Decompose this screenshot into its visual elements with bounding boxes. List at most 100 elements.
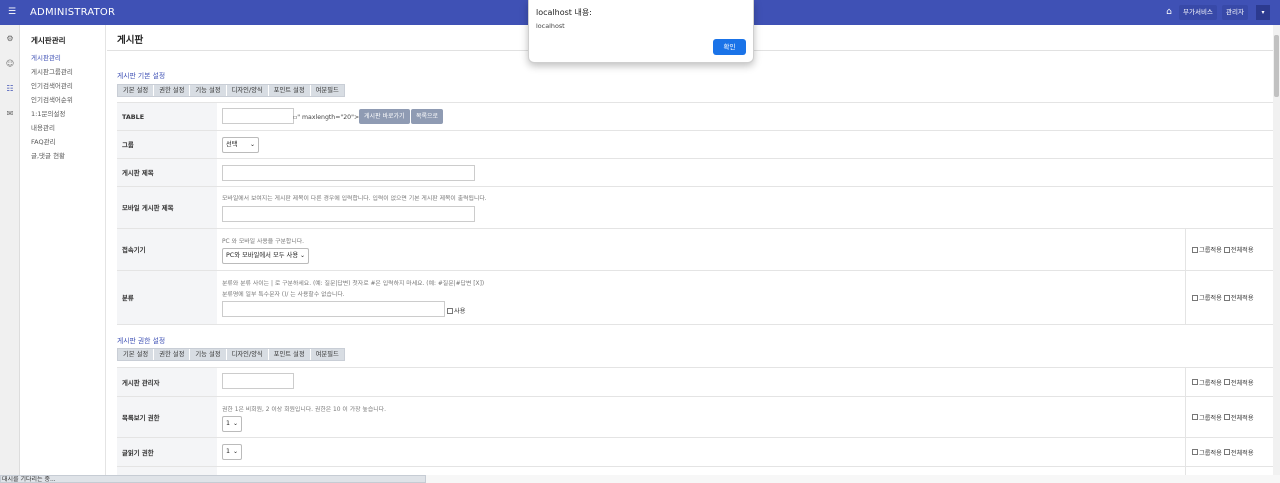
sidebar-item-board-manage[interactable]: 게시판관리 [31,52,61,62]
category-input[interactable] [222,301,445,317]
dialog-ok-button[interactable]: 확인 [713,39,746,55]
label-subject: 게시판 제목 [117,159,217,186]
admin-group-apply-checkbox[interactable] [1192,379,1198,385]
label-read-level: 글읽기 권한 [117,438,217,466]
list-level-hint: 권한 1은 비회원, 2 이상 회원입니다. 권한은 10 이 가장 높습니다. [222,407,386,413]
read-level-apply: 그룹적용 전체적용 [1185,438,1273,466]
label-category: 분류 [117,271,217,324]
sidebar-item-content[interactable]: 내용관리 [31,122,55,132]
subject-input[interactable] [222,165,475,181]
vertical-scrollbar[interactable] [1273,25,1280,475]
tab-point[interactable]: 포인트 설정 [269,349,311,360]
device-all-apply-checkbox[interactable] [1223,246,1230,253]
tab-permission[interactable]: 권한 설정 [154,349,191,360]
category-hint-2: 분류명에 일부 특수문자 ()/ 는 사용할수 없습니다. [222,292,345,298]
device-hint: PC 와 모바일 사용을 구분합니다. [222,239,305,245]
sidebar-title: 게시판관리 [31,36,66,45]
form-row-list-level: 목록보기 권한 권한 1은 비회원, 2 이상 회원입니다. 권한은 10 이 … [117,397,1273,438]
section-tabs-2: 기본 설정 권한 설정 기능 설정 디자인/양식 포인트 설정 여분필드 [117,348,345,361]
list-level-all-apply-checkbox[interactable] [1223,414,1230,420]
board-admin-input[interactable] [222,373,294,389]
cell-mobile-subject: 모바일에서 보여지는 게시판 제목이 다른 경우에 입력합니다. 입력이 없으면… [217,187,1185,228]
admin-button[interactable]: 관리자 [1222,5,1248,20]
list-button[interactable]: 목록으로 [411,109,444,124]
tab-point[interactable]: 포인트 설정 [269,85,311,96]
icon-rail: ⚙ ☺ ☷ ✉ [0,25,20,475]
home-icon[interactable]: ⌂ [1163,6,1175,18]
main-content: 게시판 게시판 기본 설정 기본 설정 권한 설정 기능 설정 디자인/양식 포… [107,25,1273,476]
list-level-group-apply-checkbox[interactable] [1192,414,1198,420]
tab-function[interactable]: 기능 설정 [190,85,227,96]
page-title: 게시판 [117,35,144,46]
category-group-apply-checkbox[interactable] [1192,294,1198,301]
sidebar-item-post-status[interactable]: 글,댓글 현황 [31,150,65,160]
admin-apply: 그룹적용 전체적용 [1185,368,1273,396]
cell-device: PC 와 모바일 사용을 구분합니다. PC와 모바일에서 모두 사용 ⌄ [217,229,1185,270]
alert-dialog: localhost 내용: localhost 확인 [528,0,754,63]
permission-settings-form: 게시판 관리자 그룹적용 전체적용 목록보기 권한 권한 1은 비회원, 2 이… [117,367,1273,476]
scrollbar-thumb[interactable] [1274,35,1279,97]
dialog-message: localhost [536,22,565,30]
tab-extra[interactable]: 여분필드 [311,349,344,360]
mobile-subject-input[interactable] [222,206,475,222]
sidebar-item-qa-config[interactable]: 1:1문의설정 [31,108,65,118]
tab-basic[interactable]: 기본 설정 [118,349,155,360]
gear-icon[interactable]: ⚙ [3,32,17,46]
admin-all-apply-checkbox[interactable] [1223,379,1230,385]
tab-permission[interactable]: 권한 설정 [154,85,191,96]
cell-read-level: 1 ⌄ [217,438,1185,466]
chevron-down-icon: ⌄ [232,448,238,455]
group-select[interactable]: 선택 ⌄ [222,137,259,153]
tab-design[interactable]: 디자인/양식 [227,85,269,96]
chevron-down-icon: ⌄ [249,141,255,148]
label-list-level: 목록보기 권한 [117,397,217,437]
section-title-basic: 게시판 기본 설정 [117,72,166,80]
device-select[interactable]: PC와 모바일에서 모두 사용 ⌄ [222,248,309,264]
sidebar-item-board-group[interactable]: 게시판그룹관리 [31,66,73,76]
user-icon[interactable]: ☺ [3,57,17,71]
brand-title[interactable]: ADMINISTRATOR [30,0,115,25]
chevron-down-icon: ⌄ [232,420,238,427]
hamburger-icon[interactable]: ☰ [5,5,19,19]
status-text: 대시를 기다리는 중... [0,475,426,483]
device-apply: 그룹적용 전체적용 [1185,229,1273,270]
category-use-checkbox[interactable] [447,308,453,314]
tab-function[interactable]: 기능 설정 [190,349,227,360]
device-group-apply-checkbox[interactable] [1192,246,1198,253]
cell-subject [217,159,1185,186]
read-level-all-apply-checkbox[interactable] [1223,449,1230,455]
label-table: TABLE [117,103,217,130]
read-level-group-apply-checkbox[interactable] [1192,449,1198,455]
list-level-select[interactable]: 1 ⌄ [222,416,242,432]
list-level-apply: 그룹적용 전체적용 [1185,397,1273,437]
category-apply: 그룹적용 전체적용 [1185,271,1273,324]
list-icon[interactable]: ☷ [3,82,17,96]
addon-service-button[interactable]: 부가서비스 [1179,5,1217,20]
sidebar-item-popular-keyword[interactable]: 인기검색어관리 [31,80,73,90]
category-use: 사용 [447,306,465,315]
sidebar-item-popular-rank[interactable]: 인기검색어순위 [31,94,73,104]
chevron-down-icon[interactable]: ▾ [1256,5,1270,20]
board-shortcut-button[interactable]: 게시판 바로가기 [359,109,410,124]
section-tabs: 기본 설정 권한 설정 기능 설정 디자인/양식 포인트 설정 여분필드 [117,84,345,97]
form-row-read-level: 글읽기 권한 1 ⌄ 그룹적용 전체적용 [117,438,1273,467]
mail-icon[interactable]: ✉ [3,107,17,121]
tab-design[interactable]: 디자인/양식 [227,349,269,360]
tab-basic[interactable]: 기본 설정 [118,85,155,96]
mobile-subject-hint: 모바일에서 보여지는 게시판 제목이 다른 경우에 입력합니다. 입력이 없으면… [222,196,487,202]
sidebar: 게시판관리 게시판관리 게시판그룹관리 인기검색어관리 인기검색어순위 1:1문… [20,25,106,475]
form-row-category: 분류 분류와 분류 사이는 | 로 구분하세요. (예: 질문|답변) 첫자로 … [117,271,1273,325]
broken-image-text: ▫" maxlength="20"> [293,114,360,121]
label-mobile-subject: 모바일 게시판 제목 [117,187,217,228]
category-all-apply-checkbox[interactable] [1223,294,1230,301]
cell-category: 분류와 분류 사이는 | 로 구분하세요. (예: 질문|답변) 첫자로 #은 … [217,271,1185,324]
tab-extra[interactable]: 여분필드 [311,85,344,96]
label-group: 그룹 [117,131,217,158]
table-input[interactable] [222,108,294,124]
label-device: 접속기기 [117,229,217,270]
read-level-select[interactable]: 1 ⌄ [222,444,242,460]
form-row-board-admin: 게시판 관리자 그룹적용 전체적용 [117,368,1273,397]
form-row-subject: 게시판 제목 [117,159,1273,187]
sidebar-item-faq[interactable]: FAQ관리 [31,136,56,146]
cell-list-level: 권한 1은 비회원, 2 이상 회원입니다. 권한은 10 이 가장 높습니다.… [217,397,1185,437]
